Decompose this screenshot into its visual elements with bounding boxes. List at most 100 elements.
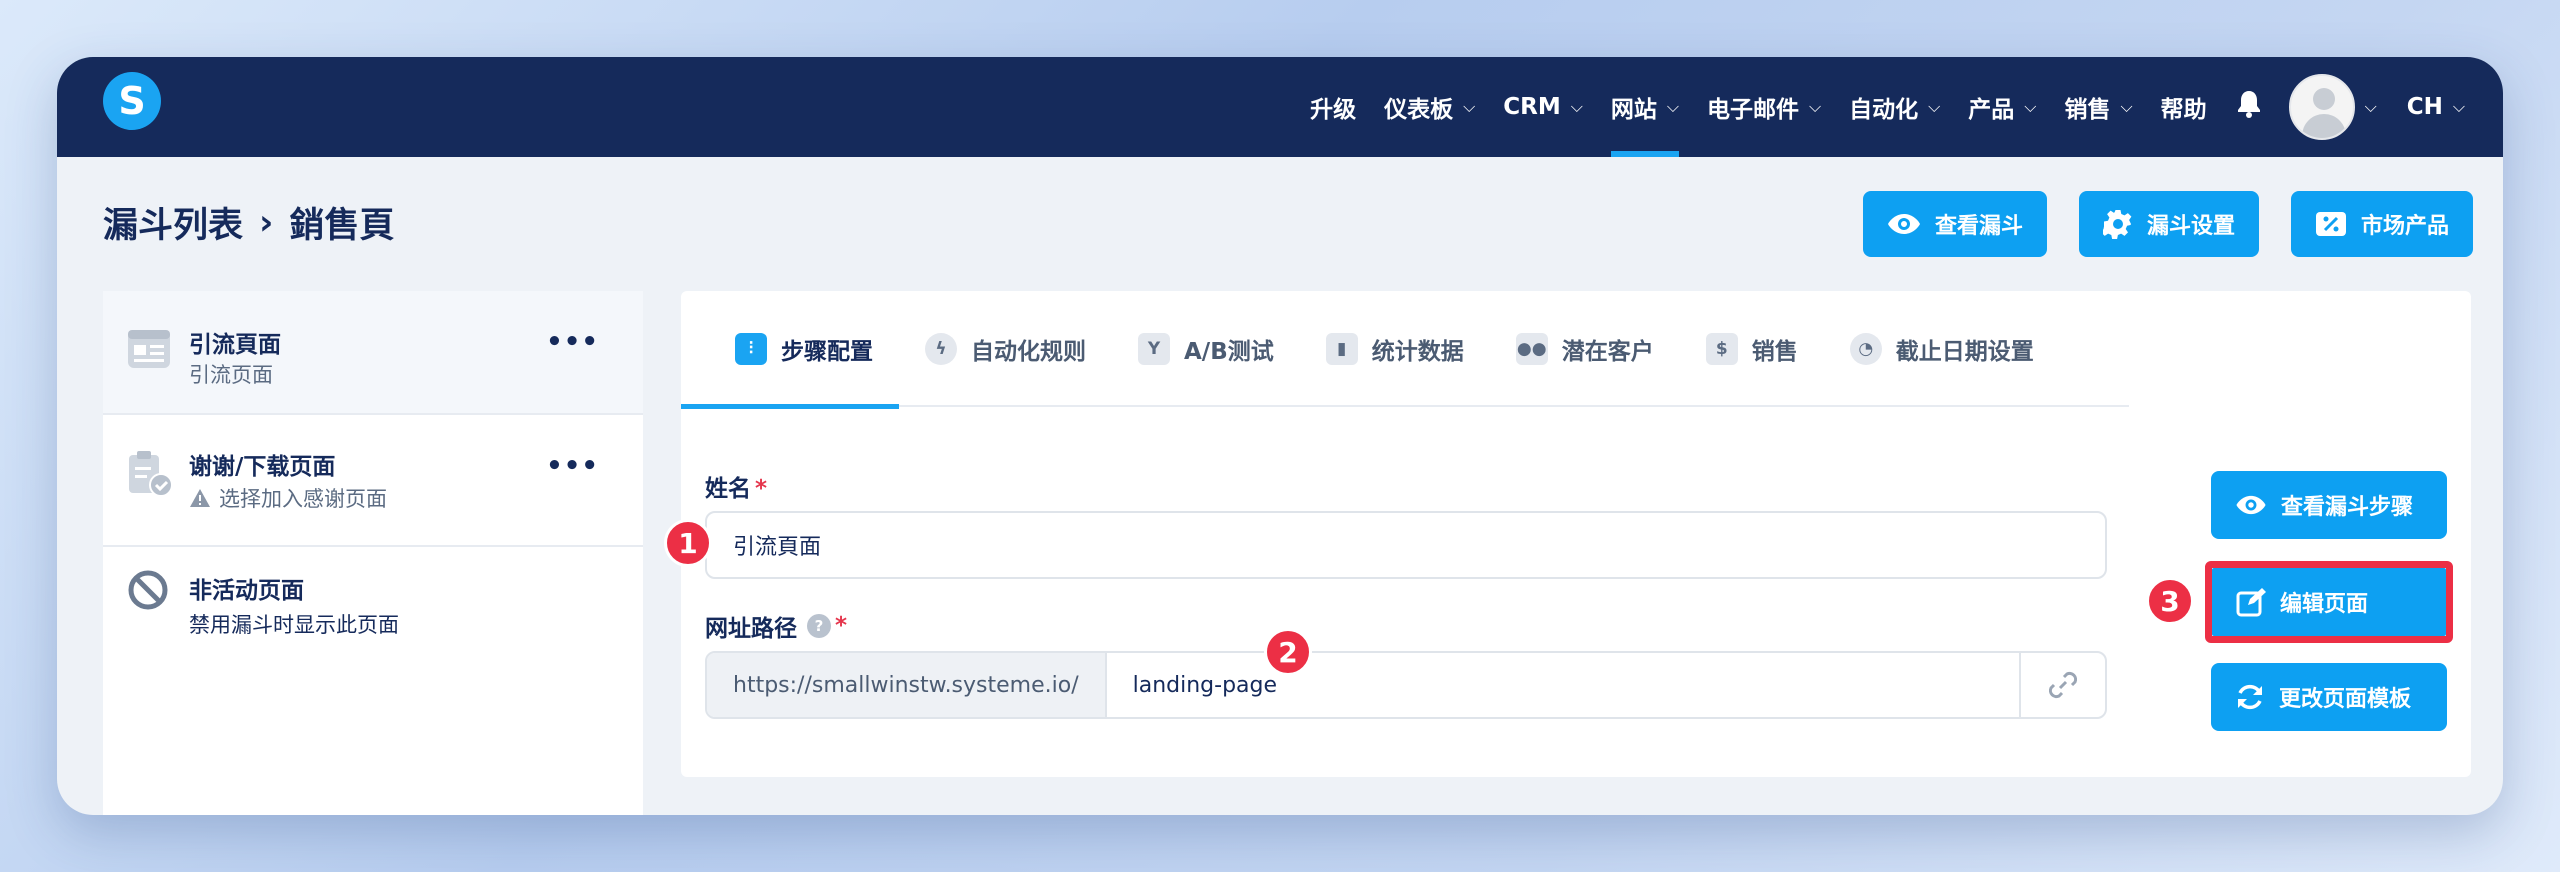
app-window: S 升级 仪表板 ⌵ CRM ⌵ 网站 ⌵ 电子邮件 ⌵ 自动化 ⌵ 产品 ⌵ 销售 ⌵ 帮助… xyxy=(57,57,2503,815)
more-options-icon[interactable]: ••• xyxy=(546,451,599,481)
ban-icon xyxy=(127,569,169,615)
chevron-down-icon: ⌵ xyxy=(2024,97,2037,116)
market-product-button[interactable]: 市场产品 xyxy=(2290,191,2473,257)
view-funnel-steps-label: 查看漏斗步骤 xyxy=(2281,495,2414,520)
sidebar-item-landing[interactable]: 引流頁面 引流页面 ••• xyxy=(103,291,643,415)
url-path-label: 网址路径 ? * xyxy=(705,609,847,643)
tab-label: 销售 xyxy=(1751,339,1798,365)
name-input-value: 引流頁面 xyxy=(733,535,822,560)
market-product-label: 市场产品 xyxy=(2360,214,2449,239)
app-logo[interactable]: S xyxy=(103,72,161,130)
warning-icon xyxy=(190,489,210,507)
tab-statistics[interactable]: ▮ 统计数据 xyxy=(1300,291,1490,407)
nav-help[interactable]: 帮助 xyxy=(2161,57,2207,157)
sidebar-item-title: 谢谢/下载页面 xyxy=(189,454,336,480)
help-icon[interactable]: ? xyxy=(807,614,831,638)
chevron-down-icon: ⌵ xyxy=(2120,97,2133,116)
nav-label: 网站 xyxy=(1610,97,1657,123)
required-mark: * xyxy=(755,476,768,502)
link-icon xyxy=(2048,671,2078,699)
nav-label: 产品 xyxy=(1968,97,2015,123)
tab-ab-test[interactable]: Y A/B测试 xyxy=(1112,291,1300,407)
tab-label: 步骤配置 xyxy=(781,339,873,365)
chevron-down-icon: ⌵ xyxy=(1809,97,1822,116)
name-label: 姓名 * xyxy=(705,469,767,503)
nav-label: 销售 xyxy=(2064,97,2111,123)
chevron-down-icon: ⌵ xyxy=(1666,97,1680,116)
url-path-label-text: 网址路径 xyxy=(705,616,797,642)
nav-crm[interactable]: CRM ⌵ xyxy=(1503,57,1583,157)
tab-label: 自动化规则 xyxy=(971,339,1086,365)
sliders-icon: ⫶ xyxy=(735,333,767,365)
nav-label: 自动化 xyxy=(1849,97,1919,123)
nav-automation[interactable]: 自动化 ⌵ xyxy=(1849,57,1940,157)
nav-products[interactable]: 产品 ⌵ xyxy=(1968,57,2036,157)
nav-upgrade[interactable]: 升级 xyxy=(1310,57,1356,157)
sidebar-item-title: 引流頁面 xyxy=(189,332,281,358)
breadcrumb: 漏斗列表 › 銷售頁 xyxy=(103,197,394,248)
more-options-icon[interactable]: ••• xyxy=(546,327,599,357)
dollar-icon: $ xyxy=(1705,333,1738,365)
funnel-steps-sidebar: 引流頁面 引流页面 ••• 谢谢/下载页面 选择加入感谢页面 ••• 非活动页面… xyxy=(103,291,643,815)
step-badge-1: 1 xyxy=(664,519,712,567)
refresh-icon xyxy=(2238,684,2262,710)
sidebar-item-subtitle-text: 选择加入感谢页面 xyxy=(219,487,387,511)
sidebar-item-subtitle: 引流页面 xyxy=(189,363,273,387)
tab-step-config[interactable]: ⫶ 步骤配置 xyxy=(681,291,899,409)
breadcrumb-parent[interactable]: 漏斗列表 xyxy=(103,197,243,248)
edit-page-label: 编辑页面 xyxy=(2280,592,2369,617)
language-label: CH xyxy=(2406,94,2443,120)
users-icon: ●● xyxy=(1515,333,1548,365)
nav-email[interactable]: 电子邮件 ⌵ xyxy=(1707,57,1821,157)
step-config-panel: ⫶ 步骤配置 ϟ 自动化规则 Y A/B测试 ▮ 统计数据 ●● 潜在客户 $ … xyxy=(681,291,2471,777)
chevron-down-icon: ⌵ xyxy=(1928,97,1941,116)
tab-deadline-settings[interactable]: ◔ 截止日期设置 xyxy=(1824,291,2060,407)
chevron-down-icon[interactable]: ⌵ xyxy=(2365,97,2377,117)
nav-label: 升级 xyxy=(1310,97,1357,123)
view-funnel-button[interactable]: 查看漏斗 xyxy=(1862,191,2047,257)
eye-icon xyxy=(2236,495,2266,515)
nav-label: CRM xyxy=(1503,94,1561,120)
tab-bar: ⫶ 步骤配置 ϟ 自动化规则 Y A/B测试 ▮ 统计数据 ●● 潜在客户 $ … xyxy=(681,291,2129,409)
sidebar-item-inactive[interactable]: 非活动页面 禁用漏斗时显示此页面 xyxy=(103,547,643,667)
funnel-settings-button[interactable]: 漏斗设置 xyxy=(2078,191,2259,257)
nav-dashboard[interactable]: 仪表板 ⌵ xyxy=(1384,57,1475,157)
nav-website[interactable]: 网站 ⌵ xyxy=(1610,57,1680,157)
nav-menu: 升级 仪表板 ⌵ CRM ⌵ 网站 ⌵ 电子邮件 ⌵ 自动化 ⌵ 产品 ⌵ 销售 ⌵ 帮助 ⌵… xyxy=(1296,57,2479,157)
tab-leads[interactable]: ●● 潜在客户 xyxy=(1490,291,1680,407)
sidebar-item-thankyou[interactable]: 谢谢/下载页面 选择加入感谢页面 ••• xyxy=(103,415,643,547)
bell-icon[interactable] xyxy=(2235,89,2263,126)
url-path-input: https://smallwinstw.systeme.io/ landing-… xyxy=(705,651,2107,719)
language-selector[interactable]: CH ⌵ xyxy=(2407,57,2465,157)
bolt-icon: ϟ xyxy=(925,333,957,365)
tab-sales[interactable]: $ 销售 xyxy=(1680,291,1824,407)
landing-page-icon xyxy=(127,329,171,373)
url-path-value[interactable]: landing-page xyxy=(1107,673,1277,698)
breadcrumb-separator: › xyxy=(259,202,274,243)
nav-label: 帮助 xyxy=(2160,97,2207,123)
nav-label: 仪表板 xyxy=(1384,97,1454,123)
change-template-button[interactable]: 更改页面模板 xyxy=(2211,663,2447,731)
tab-automation-rules[interactable]: ϟ 自动化规则 xyxy=(899,291,1112,407)
split-icon: Y xyxy=(1138,333,1170,365)
edit-page-button[interactable]: 编辑页面 xyxy=(2212,568,2446,636)
gear-icon xyxy=(2102,210,2132,239)
tab-label: 截止日期设置 xyxy=(1895,339,2034,365)
header-actions: 查看漏斗 漏斗设置 市场产品 xyxy=(1862,191,2473,257)
step-badge-3: 3 xyxy=(2146,577,2194,625)
name-input[interactable]: 引流頁面 xyxy=(705,511,2107,579)
copy-link-button[interactable] xyxy=(2019,653,2105,717)
view-funnel-steps-button[interactable]: 查看漏斗步骤 xyxy=(2211,471,2447,539)
funnel-settings-label: 漏斗设置 xyxy=(2146,214,2235,239)
tab-label: A/B测试 xyxy=(1184,339,1274,365)
step-badge-2: 2 xyxy=(1264,628,1312,676)
nav-sales[interactable]: 销售 ⌵ xyxy=(2064,57,2132,157)
avatar[interactable] xyxy=(2288,74,2355,140)
clock-icon: ◔ xyxy=(1849,333,1882,365)
sidebar-item-subtitle: 禁用漏斗时显示此页面 xyxy=(189,613,399,637)
url-prefix: https://smallwinstw.systeme.io/ xyxy=(707,653,1107,717)
chevron-down-icon: ⌵ xyxy=(1463,97,1476,116)
view-funnel-label: 查看漏斗 xyxy=(1934,214,2023,239)
change-template-label: 更改页面模板 xyxy=(2279,687,2412,712)
chevron-down-icon: ⌵ xyxy=(1570,97,1583,116)
